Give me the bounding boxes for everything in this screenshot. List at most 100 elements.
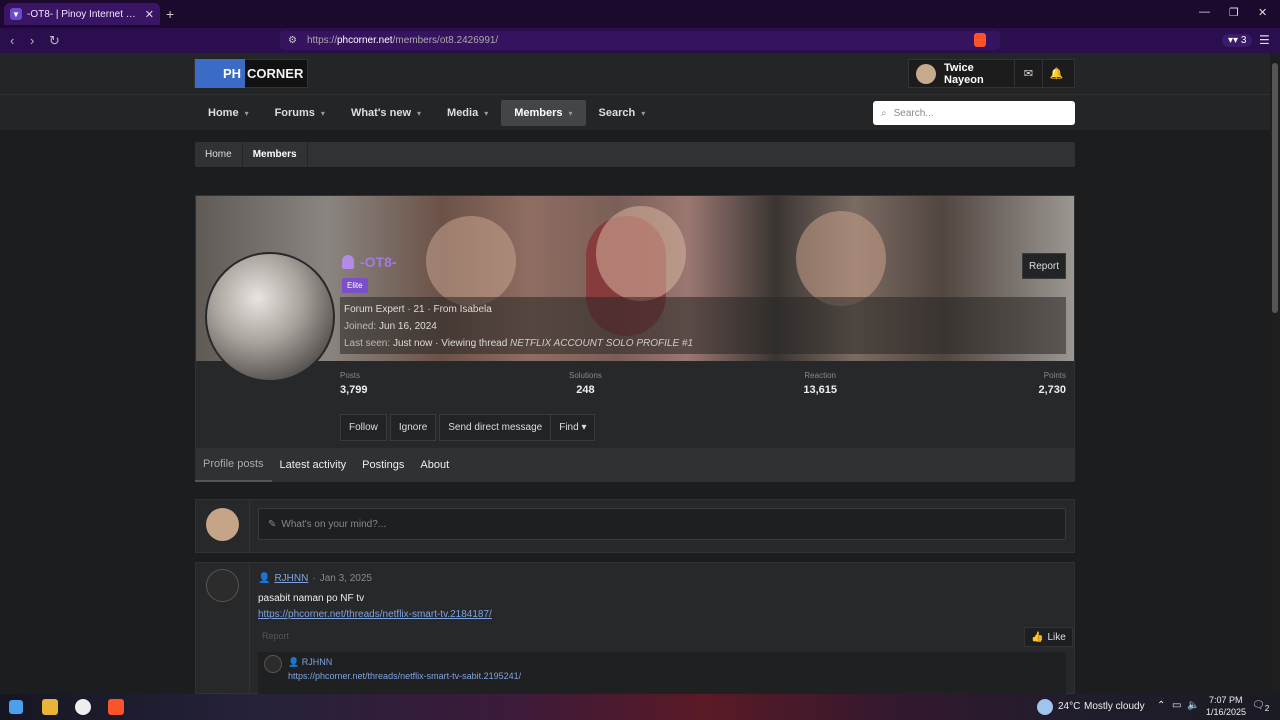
browser-menu-icon[interactable]: ☰ [1259,33,1270,47]
back-icon[interactable]: ‹ [10,33,14,48]
site-logo[interactable]: PH CORNER [194,59,308,88]
reply-author[interactable]: 👤 RJHNN [288,657,332,668]
weather-temp[interactable]: 24°C [1058,701,1080,712]
like-button[interactable]: 👍 Like [1024,627,1073,647]
page-body: Home Members Report Forum Expert · 21 · … [0,130,1270,694]
reload-icon[interactable]: ↻ [49,33,60,49]
new-tab-icon[interactable]: + [166,6,174,22]
minimize-icon[interactable]: — [1199,6,1210,18]
url-path: /members/ot8.2426991/ [392,35,499,46]
chevron-down-icon[interactable]: ▾ [321,109,325,118]
status-placeholder: What's on your mind?... [281,518,387,530]
browser-tab[interactable]: ▼ -OT8- | Pinoy Internet and Tech ✕ [4,3,160,25]
search-input[interactable]: ⌕ Search... [873,101,1075,125]
logo-text: CORNER [247,66,304,81]
avatar[interactable] [206,508,239,541]
post-reply: 👤 RJHNN https://phcorner.net/threads/net… [258,652,1066,694]
weather-desc[interactable]: Mostly cloudy [1084,701,1145,712]
profile-tabs: Profile posts Latest activity Postings A… [195,448,1075,482]
browser-tab-bar: ▼ -OT8- | Pinoy Internet and Tech ✕ + — … [0,0,1280,28]
site-header: PH CORNER Twice Nayeon ✉ 🔔 [0,53,1270,94]
breadcrumb-home[interactable]: Home [195,142,243,167]
username-text: -OT8- [360,254,397,270]
clock-time[interactable]: 7:07 PM [1209,695,1243,705]
tray-chevron-icon[interactable]: ⌃ [1157,700,1165,711]
chevron-down-icon[interactable]: ▾ [484,109,488,118]
profile-username: -OT8- [342,254,397,270]
member-title: Forum Expert · 21 · From Isabela [344,304,492,315]
bell-icon[interactable]: 🔔 [1042,59,1070,88]
chevron-down-icon[interactable]: ▾ [245,109,249,118]
send-message-button[interactable]: Send direct message [439,414,552,441]
avatar[interactable] [264,655,282,673]
windows-start-icon[interactable] [9,700,23,714]
windows-taskbar: 24°C Mostly cloudy ⌃ ▭ 🔈 7:07 PM 1/16/20… [0,694,1280,720]
user-account-box: Twice Nayeon ✉ 🔔 [908,59,1075,88]
url-field[interactable]: ⚙ https://phcorner.net/members/ot8.24269… [280,31,1000,50]
restore-icon[interactable]: ❐ [1229,6,1239,19]
ignore-button[interactable]: Ignore [389,414,437,441]
chevron-down-icon[interactable]: ▾ [641,109,645,118]
user-name[interactable]: Twice Nayeon [944,62,1014,86]
stat-posts[interactable]: Posts 3,799 [340,371,368,396]
avatar[interactable] [916,63,936,84]
clock-date[interactable]: 1/16/2025 [1206,707,1246,717]
post-author[interactable]: RJHNN [274,573,308,584]
status-badge: Elite [342,278,368,293]
page-scrollbar[interactable] [1270,53,1280,694]
status-input[interactable]: ✎ What's on your mind?... [258,508,1066,540]
reply-link[interactable]: https://phcorner.net/threads/netflix-sma… [288,671,521,681]
avatar[interactable] [206,569,239,602]
post-report-link[interactable]: Report [262,631,289,641]
stat-solutions[interactable]: Solutions 248 [569,371,602,396]
file-explorer-icon[interactable] [42,699,58,715]
tab-title: -OT8- | Pinoy Internet and Tech [27,8,140,20]
last-seen-thread[interactable]: NETFLIX ACCOUNT SOLO PROFILE #1 [510,338,693,349]
post-composer: ✎ What's on your mind?... [195,499,1075,553]
post-text: pasabit naman po NF tv [258,593,365,604]
breadcrumb-members[interactable]: Members [243,142,308,167]
stat-reaction[interactable]: Reaction 13,615 [803,371,837,396]
nav-home[interactable]: Home ▾ [195,100,262,126]
tab-profile-posts[interactable]: Profile posts [195,448,272,482]
brave-browser-icon[interactable] [108,699,124,715]
breadcrumb: Home Members [195,142,1075,167]
report-button[interactable]: Report [1022,253,1066,279]
pencil-icon: ✎ [268,518,277,530]
close-tab-icon[interactable]: ✕ [145,8,154,21]
inbox-icon[interactable]: ✉ [1014,59,1042,88]
site-info-icon[interactable]: ⚙ [288,35,297,46]
chevron-down-icon[interactable]: ▾ [569,109,573,118]
nav-members[interactable]: Members ▾ [501,100,586,126]
tab-about[interactable]: About [412,448,457,482]
chevron-down-icon[interactable]: ▾ [417,109,421,118]
nav-media[interactable]: Media ▾ [434,100,501,126]
post-date[interactable]: Jan 3, 2025 [320,573,372,584]
main-nav: Home ▾ Forums ▾ What's new ▾ Media ▾ Members… [0,94,1270,130]
address-bar-row: ‹ › ↻ ⚙ https://phcorner.net/members/ot8… [0,28,1280,53]
thumbs-up-icon: 👍 [1031,631,1044,643]
nav-whats-new[interactable]: What's new ▾ [338,100,434,126]
search-app-icon[interactable] [75,699,91,715]
profile-stats: Posts 3,799 Solutions 248 Reaction 13,615 P… [340,371,1066,396]
profile-info: Forum Expert · 21 · From Isabela Joined:… [340,297,1066,354]
volume-icon[interactable]: 🔈 [1187,700,1199,711]
notification-icon[interactable]: 🗨2 [1252,700,1269,713]
brave-shields-icon[interactable] [974,33,986,47]
joined-label: Joined: [344,321,377,332]
stat-points[interactable]: Points 2,730 [1038,371,1066,396]
post-link[interactable]: https://phcorner.net/threads/netflix-sma… [258,609,492,620]
nav-search[interactable]: Search ▾ [586,100,659,126]
tab-postings[interactable]: Postings [354,448,412,482]
follow-button[interactable]: Follow [340,414,387,441]
tab-latest-activity[interactable]: Latest activity [272,448,355,482]
nav-forums[interactable]: Forums ▾ [262,100,338,126]
search-icon: ⌕ [881,107,887,119]
profile-avatar[interactable] [205,252,335,382]
vpn-wallet-badge[interactable]: ▾▾ 3 [1222,34,1253,47]
find-button[interactable]: Find ▾ [551,414,596,441]
close-window-icon[interactable]: ✕ [1258,6,1267,19]
forward-icon[interactable]: › [30,33,34,48]
profile-post: 👤 RJHNN · Jan 3, 2025 pasabit naman po N… [195,562,1075,694]
network-icon[interactable]: ▭ [1172,700,1181,711]
